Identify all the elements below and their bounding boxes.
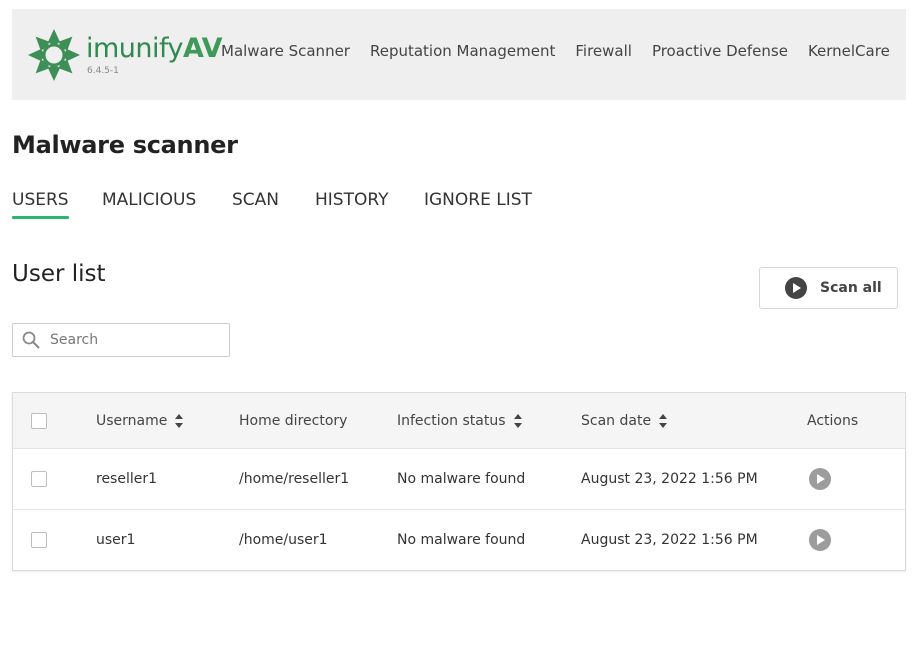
scan-all-button[interactable]: Scan all — [759, 267, 898, 309]
user-table: Username Home directory Infection status… — [12, 392, 906, 571]
cell-scan-date: August 23, 2022 1:56 PM — [581, 532, 758, 548]
brand-name: imunifyAV — [86, 33, 223, 64]
column-infection-status[interactable]: Infection status — [397, 393, 522, 448]
scan-all-label: Scan all — [820, 280, 882, 296]
table-row: reseller1 /home/reseller1 No malware fou… — [13, 449, 905, 510]
row-checkbox[interactable] — [31, 471, 47, 487]
column-scan-date[interactable]: Scan date — [581, 393, 668, 448]
play-circle-icon — [785, 277, 807, 299]
table-header: Username Home directory Infection status… — [13, 393, 905, 449]
column-status-label: Infection status — [397, 412, 506, 429]
page-title: Malware scanner — [12, 131, 238, 159]
nav-proactive-defense[interactable]: Proactive Defense — [652, 42, 788, 60]
column-home-label: Home directory — [239, 412, 348, 429]
nav-kernelcare[interactable]: KernelCare — [808, 42, 890, 60]
scan-user-play-icon[interactable] — [809, 468, 831, 490]
sort-icon[interactable] — [513, 413, 522, 428]
search-input[interactable] — [48, 331, 222, 349]
column-username-label: Username — [96, 412, 168, 429]
column-actions-label: Actions — [807, 412, 859, 429]
cell-infection-status: No malware found — [397, 532, 526, 548]
tab-scan[interactable]: SCAN — [232, 190, 279, 210]
cell-home-directory: /home/reseller1 — [239, 471, 350, 487]
imunify-logo-icon — [28, 29, 80, 81]
nav-reputation-management[interactable]: Reputation Management — [370, 42, 555, 60]
select-all-checkbox[interactable] — [31, 412, 47, 429]
row-checkbox[interactable] — [31, 532, 47, 548]
search-icon — [22, 331, 40, 349]
tab-malicious[interactable]: MALICIOUS — [102, 190, 196, 210]
brand-text: imunify — [86, 33, 184, 64]
section-title: User list — [12, 261, 106, 287]
tab-users[interactable]: USERS — [12, 190, 69, 219]
version-label: 6.4.5-1 — [87, 66, 119, 76]
sort-icon[interactable] — [659, 413, 668, 428]
column-username[interactable]: Username — [96, 393, 184, 448]
cell-infection-status: No malware found — [397, 471, 526, 487]
top-navigation: Malware Scanner Reputation Management Fi… — [221, 42, 910, 60]
column-date-label: Scan date — [581, 412, 652, 429]
table-row: user1 /home/user1 No malware found Augus… — [13, 510, 905, 570]
column-home-directory: Home directory — [239, 393, 347, 448]
search-box — [12, 323, 230, 357]
top-header: imunifyAV 6.4.5-1 Malware Scanner Reputa… — [12, 9, 906, 100]
tab-history[interactable]: HISTORY — [315, 190, 388, 210]
nav-firewall[interactable]: Firewall — [575, 42, 632, 60]
cell-username: reseller1 — [96, 471, 158, 487]
tab-ignore-list[interactable]: IGNORE LIST — [424, 190, 532, 210]
cell-home-directory: /home/user1 — [239, 532, 328, 548]
cell-username: user1 — [96, 532, 136, 548]
column-actions: Actions — [807, 393, 858, 448]
scan-user-play-icon[interactable] — [809, 529, 831, 551]
cell-scan-date: August 23, 2022 1:56 PM — [581, 471, 758, 487]
brand-suffix: AV — [183, 33, 223, 64]
nav-malware-scanner[interactable]: Malware Scanner — [221, 42, 350, 60]
sort-icon[interactable] — [175, 413, 184, 428]
